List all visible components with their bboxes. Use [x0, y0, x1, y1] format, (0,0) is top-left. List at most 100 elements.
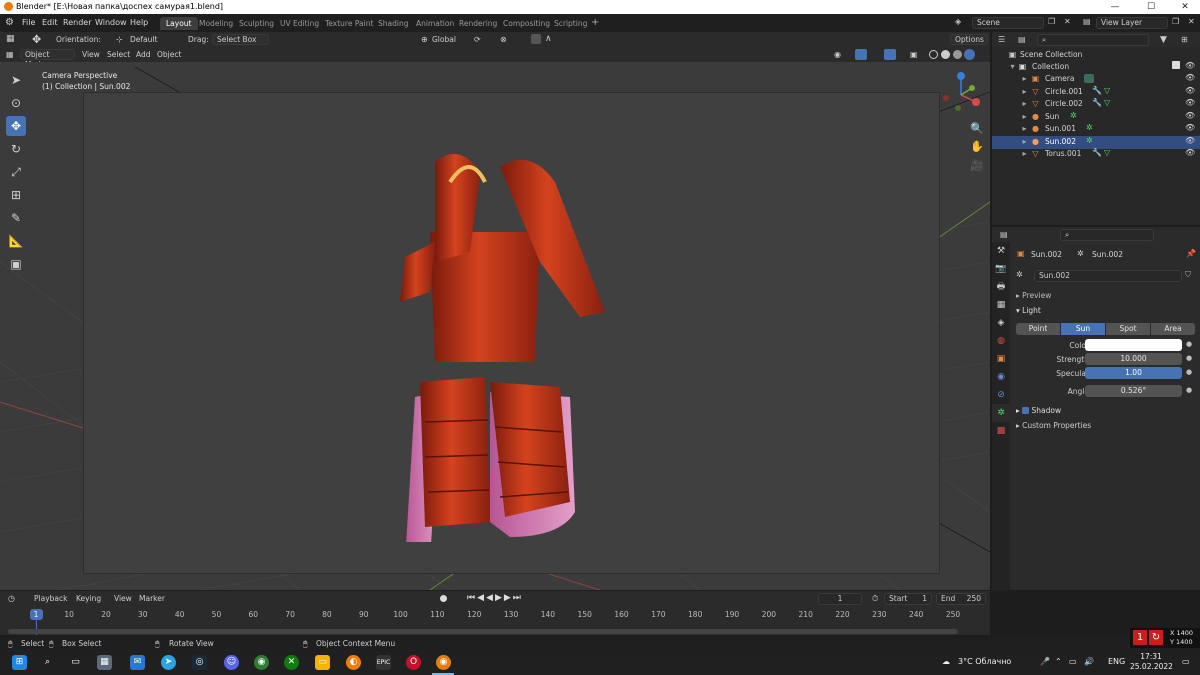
tab-scripting[interactable]: Scripting	[548, 17, 593, 30]
notifications-icon[interactable]: ▭	[1182, 657, 1190, 666]
snap-icon[interactable]: ⊗	[500, 35, 507, 44]
mode-dropdown[interactable]: Object Mode	[20, 49, 75, 69]
object-tab-icon[interactable]: ▣	[992, 350, 1010, 368]
outliner-item-circle-001[interactable]: ▸ ▽ Circle.001 🔧 ▽ 👁	[992, 86, 1200, 99]
origin-icon[interactable]: ◐	[346, 655, 361, 670]
visibility-eye-icon[interactable]: 👁	[1185, 86, 1195, 95]
camera-view-icon[interactable]: 🎥	[970, 159, 984, 173]
red-app-icon[interactable]: 1	[1133, 630, 1147, 645]
maximize-button[interactable]: ☐	[1134, 0, 1168, 14]
scene-tab-icon[interactable]: ◈	[992, 314, 1010, 332]
fake-user-icon[interactable]: ⛉	[1185, 270, 1191, 280]
close-window-button[interactable]: ✕	[1168, 0, 1200, 14]
pivot-icon[interactable]: ⟳	[474, 35, 481, 44]
visibility-eye-icon[interactable]: 👁	[1185, 136, 1195, 145]
add-cube-tool-icon[interactable]: ▣	[6, 254, 26, 274]
properties-editor-icon[interactable]: ▤	[1000, 230, 1008, 239]
material-shading-icon[interactable]	[953, 50, 962, 59]
filter-icon[interactable]: ▼	[1160, 35, 1167, 45]
3d-viewport[interactable]: Camera Perspective (1) Collection | Sun.…	[0, 62, 990, 590]
menu-timeline-view[interactable]: View	[114, 594, 132, 603]
constraints-tab-icon[interactable]: ⊘	[992, 386, 1010, 404]
chrome-icon[interactable]: ◉	[254, 655, 269, 670]
camera-data-icon[interactable]	[1084, 74, 1094, 83]
tray-chevron-icon[interactable]: ⌃	[1055, 657, 1062, 666]
gizmo-toggle-icon[interactable]	[855, 49, 867, 60]
pan-hand-icon[interactable]: ✋	[970, 140, 984, 154]
expand-arrow-icon[interactable]: ▸	[1020, 124, 1029, 133]
output-tab-icon[interactable]: 🖶	[992, 278, 1010, 296]
playback-controls[interactable]: ⏮◀◀▶▶⏭	[467, 593, 523, 603]
preview-panel-toggle[interactable]: ▸ Preview	[1016, 291, 1051, 300]
datablock-name-field[interactable]: Sun.002	[1034, 270, 1182, 282]
discord-icon[interactable]: ☺	[224, 655, 239, 670]
menu-object[interactable]: Object	[157, 50, 181, 59]
expand-arrow-icon[interactable]: ▸	[1020, 74, 1029, 83]
outliner-search-input[interactable]: ⌕	[1037, 34, 1149, 46]
orientation-dropdown[interactable]: Default	[130, 35, 157, 44]
visibility-eye-icon[interactable]: 👁	[1185, 123, 1195, 132]
minimize-button[interactable]: —	[1098, 0, 1132, 14]
color-swatch[interactable]	[1085, 339, 1182, 351]
visibility-icon[interactable]: ◉	[834, 50, 841, 59]
specular-slider[interactable]: 1.00	[1085, 367, 1182, 379]
expand-arrow-icon[interactable]: ▸	[1020, 112, 1029, 121]
new-collection-icon[interactable]: ⊞	[1181, 35, 1188, 44]
navigation-gizmo[interactable]	[936, 70, 986, 120]
proportional-edit-icon[interactable]: ∧	[545, 34, 552, 44]
cursor-tool-icon[interactable]: ⊙	[6, 93, 26, 113]
expand-arrow-icon[interactable]: ▸	[1020, 137, 1029, 146]
editor-type-icon[interactable]: ▦	[6, 34, 15, 44]
shadow-checkbox[interactable]	[1022, 407, 1030, 414]
expand-arrow-icon[interactable]: ▸	[1020, 149, 1029, 158]
light-type-sun[interactable]: Sun	[1061, 323, 1105, 335]
sun-data-icon[interactable]: ✲	[1086, 123, 1093, 132]
sun-data-icon[interactable]: ✲	[1070, 111, 1077, 120]
keyframe-dot-icon[interactable]: ●	[1186, 354, 1192, 362]
clock-date[interactable]: 25.02.2022	[1130, 662, 1173, 671]
world-tab-icon[interactable]: ◍	[992, 332, 1010, 350]
add-workspace-icon[interactable]: +	[591, 17, 599, 28]
light-type-spot[interactable]: Spot	[1106, 323, 1150, 335]
zoom-icon[interactable]: 🔍	[970, 122, 984, 136]
outliner-item-sun-001[interactable]: ▸ ● Sun.001 ✲ 👁	[992, 123, 1200, 136]
menu-select[interactable]: Select	[107, 50, 130, 59]
windows-start-icon[interactable]: ⊞	[12, 655, 27, 670]
texture-tab-icon[interactable]: ▩	[992, 422, 1010, 440]
rendered-shading-icon[interactable]	[964, 49, 975, 60]
outliner-item-sun-002[interactable]: ▸ ● Sun.002 ✲ 👁	[992, 136, 1200, 149]
drag-dropdown[interactable]: Select Box	[212, 34, 269, 45]
menu-file[interactable]: File	[22, 18, 35, 27]
exclude-checkbox[interactable]	[1172, 61, 1180, 69]
snap-toggle-icon[interactable]	[531, 34, 541, 44]
render-tab-icon[interactable]: 📷	[992, 260, 1010, 278]
menu-add[interactable]: Add	[136, 50, 151, 59]
light-type-area[interactable]: Area	[1151, 323, 1195, 335]
expand-arrow-icon[interactable]: ▸	[1020, 87, 1029, 96]
display-mode-icon[interactable]: ▤	[1018, 35, 1026, 44]
mail-icon[interactable]: ✉	[130, 655, 145, 670]
preview-range-icon[interactable]: ⏱	[872, 594, 878, 604]
language-indicator[interactable]: ENG	[1108, 657, 1125, 666]
measure-tool-icon[interactable]: 📐	[6, 231, 26, 251]
move-tool-icon[interactable]: ✥	[32, 33, 41, 46]
menu-marker[interactable]: Marker	[139, 594, 165, 603]
menu-edit[interactable]: Edit	[42, 18, 58, 27]
weather-cloud-icon[interactable]: ☁	[942, 657, 950, 666]
clock-time[interactable]: 17:31	[1136, 652, 1166, 661]
current-frame-field[interactable]: 1	[818, 593, 862, 605]
timeline-scrollbar[interactable]	[8, 629, 958, 634]
solid-shading-icon[interactable]	[941, 50, 950, 59]
light-type-point[interactable]: Point	[1016, 323, 1060, 335]
custom-properties-toggle[interactable]: ▸ Custom Properties	[1016, 421, 1091, 430]
samurai-armor-model[interactable]	[390, 142, 620, 542]
annotate-tool-icon[interactable]: ✎	[6, 208, 26, 228]
outliner-scene-collection[interactable]: ▣ Scene Collection	[992, 49, 1200, 62]
visibility-eye-icon[interactable]: 👁	[1185, 111, 1195, 120]
microphone-icon[interactable]: 🎤	[1040, 657, 1050, 666]
light-panel-toggle[interactable]: ▾ Light	[1016, 306, 1041, 315]
blender-taskbar-icon[interactable]: ◉	[436, 655, 451, 670]
angle-field[interactable]: 0.526°	[1085, 385, 1182, 397]
visibility-eye-icon[interactable]: 👁	[1185, 61, 1195, 70]
modifier-wrench-icon[interactable]: 🔧	[1092, 148, 1102, 157]
